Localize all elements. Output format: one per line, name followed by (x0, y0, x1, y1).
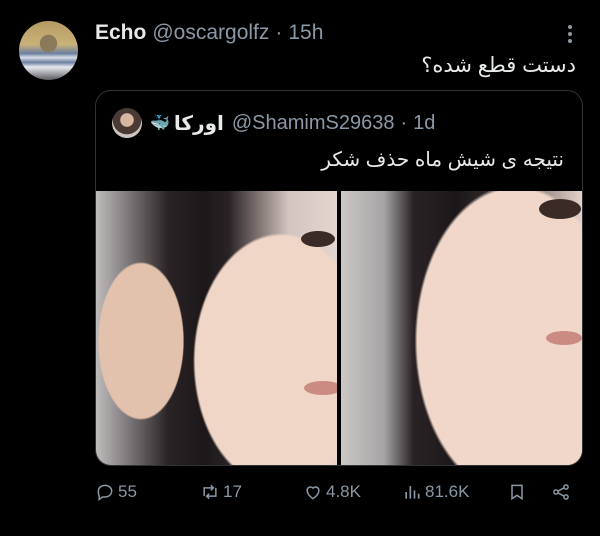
quoted-handle[interactable]: @ShamimS29638 (232, 112, 395, 135)
reply-button[interactable]: 55 (95, 482, 137, 502)
share-button[interactable] (551, 482, 571, 502)
quoted-display-name[interactable]: اورکا (174, 111, 224, 136)
like-button[interactable]: 4.8K (303, 482, 361, 502)
quoted-avatar[interactable] (112, 108, 142, 138)
media-grid (96, 191, 582, 465)
views-icon (405, 486, 420, 499)
bookmark-icon (511, 484, 523, 501)
like-count: 4.8K (326, 482, 361, 501)
display-name[interactable]: Echo (95, 21, 146, 45)
bookmark-button[interactable] (507, 482, 527, 502)
media-photo-1[interactable] (96, 191, 337, 465)
tweet[interactable]: Echo @oscargolfz · 15h دستت قطع شده؟ 🐳 ا… (0, 0, 600, 536)
reply-count: 55 (118, 482, 137, 501)
views-button[interactable]: 81.6K (402, 482, 469, 502)
quoted-tweet[interactable]: 🐳 اورکا @ShamimS29638 · 1d نتیجه ی شیش م… (95, 90, 583, 466)
avatar[interactable] (19, 21, 78, 80)
quoted-timestamp[interactable]: 1d (413, 112, 435, 135)
more-icon[interactable] (562, 23, 578, 45)
tweet-text: دستت قطع شده؟ (421, 54, 576, 77)
media-photo-2[interactable] (341, 191, 582, 465)
action-bar: 55 17 4.8K 81.6K (95, 482, 581, 506)
whale-emoji-icon: 🐳 (150, 115, 170, 132)
separator-dot: · (400, 111, 408, 134)
quoted-tweet-header: 🐳 اورکا @ShamimS29638 · 1d (112, 108, 435, 138)
views-count: 81.6K (425, 482, 470, 501)
timestamp[interactable]: 15h (288, 21, 323, 45)
separator-dot: · (275, 21, 283, 44)
quoted-tweet-text: نتیجه ی شیش ماه حذف شکر (321, 149, 564, 171)
tweet-header: Echo @oscargolfz · 15h (95, 21, 323, 45)
reply-icon (97, 484, 113, 501)
share-icon (553, 484, 569, 500)
photo-detail (546, 331, 582, 345)
retweet-button[interactable]: 17 (200, 482, 242, 502)
photo-detail (539, 199, 581, 219)
handle[interactable]: @oscargolfz (152, 21, 269, 45)
retweet-icon (203, 484, 217, 500)
photo-detail (301, 231, 335, 247)
heart-icon (306, 486, 320, 500)
retweet-count: 17 (223, 482, 242, 501)
photo-detail (304, 381, 337, 395)
